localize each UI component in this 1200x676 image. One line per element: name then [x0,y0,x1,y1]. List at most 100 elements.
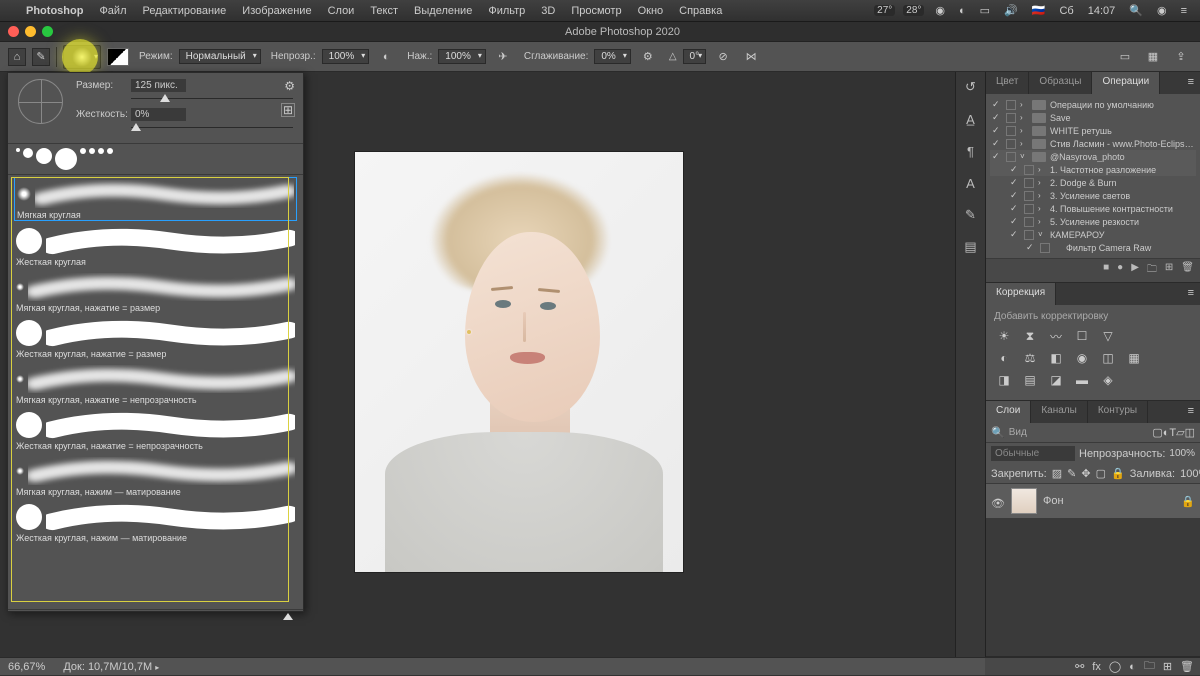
lock-position-icon[interactable]: ✥ [1081,467,1090,480]
workspace-icon[interactable]: ▭ [1114,46,1136,68]
brush-preset-item[interactable]: Жесткая круглая, нажатие = размер [8,315,303,361]
blend-mode-select[interactable]: Обычные [991,446,1075,461]
brush-hardness-slider[interactable] [131,125,293,131]
brush-size-dot[interactable] [36,148,52,164]
volume-icon[interactable]: 🔊 [1001,4,1021,17]
action-row[interactable]: ✓›2. Dodge & Burn [990,176,1196,189]
threshold-icon[interactable]: ◪ [1046,372,1066,388]
window-close-button[interactable] [8,26,19,37]
search-icon[interactable]: 🔍 [1126,4,1146,17]
smoothing-input[interactable]: 0% [594,49,630,64]
menu-Изображение[interactable]: Изображение [234,5,319,17]
brush-preset-item[interactable]: Жесткая круглая, нажатие = непрозрачност… [8,407,303,453]
menu-Слои[interactable]: Слои [320,5,363,17]
action-row[interactable]: ✓˅@Nasyrova_photo [990,150,1196,163]
action-row[interactable]: ✓›3. Усиление светов [990,189,1196,202]
window-zoom-button[interactable] [42,26,53,37]
brush-panel-menu-icon[interactable]: ⚙ [284,79,295,93]
layer-opacity-value[interactable]: 100% [1169,448,1195,459]
photo-filter-icon[interactable]: ◉ [1072,350,1092,366]
tab-actions[interactable]: Операции [1092,72,1160,94]
delete-icon[interactable]: 🗑 [1181,262,1194,279]
lock-all-icon[interactable]: 🔒 [1111,467,1125,480]
menu-Файл[interactable]: Файл [91,5,134,17]
panel-menu-icon[interactable]: ≡ [1182,72,1200,94]
action-row[interactable]: ✓›Операции по умолчанию [990,98,1196,111]
brush-size-dot[interactable] [80,148,86,154]
window-minimize-button[interactable] [25,26,36,37]
filter-smart-icon[interactable]: ◫ [1185,426,1195,439]
group-icon[interactable]: 🗀 [1144,657,1155,676]
action-row[interactable]: ✓›Save [990,111,1196,124]
angle-input[interactable]: 0° [683,49,707,64]
control-center-icon[interactable]: ◉ [1154,4,1170,17]
menu-Фильтр[interactable]: Фильтр [480,5,533,17]
brush-size-dot[interactable] [23,148,33,158]
pressure-size-icon[interactable]: ⊘ [712,46,734,68]
brush-tool-icon[interactable]: ✎ [32,48,50,66]
new-brush-icon[interactable]: ⊞ [281,103,295,117]
menu-Просмотр[interactable]: Просмотр [563,5,629,17]
tab-adjustments[interactable]: Коррекция [986,283,1056,305]
opacity-pressure-icon[interactable]: ◐ [375,46,397,68]
vibrance-icon[interactable]: ▽ [1098,328,1118,344]
blend-mode-select[interactable]: Нормальный [179,49,261,64]
hdd-icon[interactable]: ▭ [977,4,993,17]
layer-filter[interactable]: 🔍 ▢ ◐ T ▱ ◫ [986,423,1200,443]
brush-angle-widget[interactable] [18,79,63,124]
action-row[interactable]: ✓Фильтр Camera Raw [990,241,1196,254]
panel-menu-icon[interactable]: ≡ [1182,283,1200,305]
brush-size-dot[interactable] [55,148,77,170]
cloud-icon[interactable]: ◐ [956,5,969,17]
glyphs-icon[interactable]: A [962,174,980,192]
layer-filter-input[interactable] [1009,427,1153,438]
tab-paths[interactable]: Контуры [1088,401,1148,423]
brush-preset-item[interactable]: Мягкая круглая [14,177,297,221]
record-icon[interactable]: ● [1117,262,1123,279]
layer-thumbnail[interactable] [1011,488,1037,514]
lock-pixels-icon[interactable]: ✎ [1067,467,1076,480]
character-icon[interactable]: A̲ [962,110,980,128]
brush-size-value[interactable]: 125 пикс. [131,79,186,92]
panel-menu-icon[interactable]: ≡ [1182,401,1200,423]
fill-value[interactable]: 100% [1180,468,1200,480]
new-action-icon[interactable]: ⊞ [1165,262,1173,279]
selective-color-icon[interactable]: ◈ [1098,372,1118,388]
filter-pixel-icon[interactable]: ▢ [1152,426,1162,439]
doc-size[interactable]: 10,7M/10,7M [88,661,152,673]
menu-Выделение[interactable]: Выделение [406,5,480,17]
adjustment-layer-icon[interactable]: ◐ [1129,661,1136,673]
tab-layers[interactable]: Слои [986,401,1031,423]
brush-hardness-value[interactable]: 0% [131,108,186,121]
home-button[interactable]: ⌂ [8,48,26,66]
brush-preset-item[interactable]: Жесткая круглая, нажим — матирование [8,499,303,545]
play-icon[interactable]: ▶ [1131,262,1139,279]
brush-size-dot[interactable] [107,148,113,154]
tab-channels[interactable]: Каналы [1031,401,1088,423]
filter-shape-icon[interactable]: ▱ [1176,426,1184,439]
exposure-icon[interactable]: ☐ [1072,328,1092,344]
zoom-value[interactable]: 66,67% [8,661,45,673]
properties-icon[interactable]: ▤ [962,238,980,256]
levels-icon[interactable]: ⧗ [1020,328,1040,344]
mixer-icon[interactable]: ◫ [1098,350,1118,366]
symmetry-icon[interactable]: ⋈ [740,46,762,68]
action-row[interactable]: ✓›5. Усиление резкости [990,215,1196,228]
link-icon[interactable]: ⚯ [1075,660,1084,673]
menu-Текст[interactable]: Текст [362,5,406,17]
brushes-icon[interactable]: ✎ [962,206,980,224]
filter-type-icon[interactable]: T [1169,427,1176,439]
lock-transparency-icon[interactable]: ▨ [1052,467,1062,480]
menu-Редактирование[interactable]: Редактирование [134,5,234,17]
action-row[interactable]: ✓˅КАМЕРАРОУ [990,228,1196,241]
action-row[interactable]: ✓›4. Повышение контрастности [990,202,1196,215]
brush-list[interactable]: Мягкая круглаяЖесткая круглаяМягкая круг… [8,175,303,609]
tab-color[interactable]: Цвет [986,72,1029,94]
fx-icon[interactable]: fx [1092,661,1101,673]
invert-icon[interactable]: ◨ [994,372,1014,388]
new-layer-icon[interactable]: ⊞ [1163,660,1172,673]
action-row[interactable]: ✓›WHITE ретушь [990,124,1196,137]
lut-icon[interactable]: ▦ [1124,350,1144,366]
flag-icon[interactable]: 🇷🇺 [1029,4,1049,17]
mask-icon[interactable]: ◯ [1109,660,1121,673]
